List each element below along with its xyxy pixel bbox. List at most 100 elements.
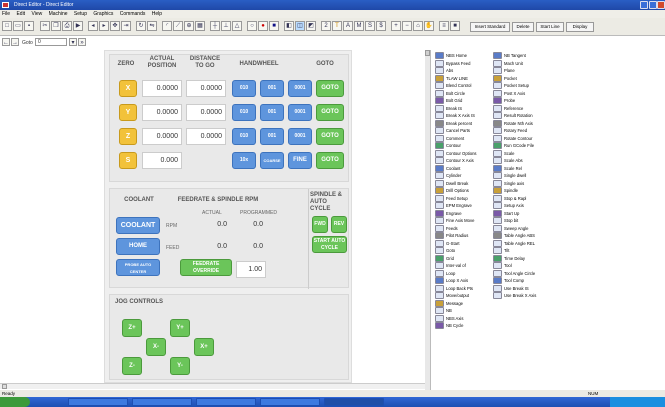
zoom-in-icon[interactable]: + [391, 21, 401, 31]
goto-z-button[interactable]: GOTO [316, 128, 344, 145]
command-item[interactable]: Probe [493, 97, 550, 105]
command-item[interactable]: Break IS [435, 104, 492, 113]
zero-x-button[interactable]: X [119, 80, 137, 97]
select-icon[interactable]: S [365, 21, 375, 31]
command-item[interactable]: Pilot Radius [435, 232, 492, 240]
zero-y-button[interactable]: Y [119, 104, 137, 121]
command-item[interactable]: Break X Axis IS [435, 112, 492, 120]
arc-icon[interactable]: ◜ [162, 21, 172, 31]
command-item[interactable]: Reference [493, 104, 550, 113]
command-item[interactable]: Table Angle ABS [493, 232, 550, 240]
command-item[interactable]: Break percent [435, 119, 492, 128]
command-item[interactable]: Contour [435, 142, 492, 150]
command-item[interactable]: Contour X Axis [435, 157, 492, 165]
feedrate-override-button[interactable]: FEEDRATE OVERRIDE [180, 259, 232, 276]
task-button-3[interactable] [196, 398, 256, 406]
commands-scrollbar[interactable] [425, 50, 431, 390]
command-item[interactable]: Scale Rel [493, 164, 550, 173]
handwheel-coarse-button[interactable]: COARSE [260, 152, 284, 169]
override-value[interactable]: 1.00 [236, 261, 266, 278]
cut-icon[interactable]: ✂ [40, 21, 50, 31]
red-circle-icon[interactable]: ● [258, 21, 268, 31]
jog-x-plus-button[interactable]: X+ [194, 338, 214, 356]
scroll-up-icon[interactable] [425, 50, 430, 56]
rotate-icon[interactable]: ↻ [136, 21, 146, 31]
command-item[interactable]: Move/output [435, 292, 492, 300]
minimize-button[interactable] [640, 1, 648, 9]
goto-input[interactable]: 0 [35, 38, 67, 46]
fit-icon[interactable]: ⌂ [413, 21, 423, 31]
handwheel-x-0001-button[interactable]: 0001 [288, 80, 312, 97]
plane-icon[interactable]: ⊥ [221, 21, 231, 31]
menu-edit[interactable]: Edit [16, 11, 25, 17]
handwheel-fine-button[interactable]: FINE [288, 152, 312, 169]
forward-icon[interactable]: → [11, 38, 19, 46]
goto-y-button[interactable]: GOTO [316, 104, 344, 121]
start-line-button[interactable]: Start Line [536, 22, 564, 32]
rev-button[interactable]: REV [331, 216, 347, 233]
menu-setup[interactable]: Setup [74, 11, 87, 17]
line-icon[interactable]: ⟋ [173, 21, 183, 31]
command-item[interactable]: Sweep Angle [493, 224, 550, 233]
color-box-icon[interactable]: ■ [269, 21, 279, 31]
command-item[interactable]: Cylinder [435, 172, 492, 180]
command-item[interactable]: Tilt [493, 247, 550, 255]
menu-graphics[interactable]: Graphics [93, 11, 113, 17]
start-auto-cycle-button[interactable]: START AUTO CYCLE [312, 236, 347, 253]
insert-standard-button[interactable]: Insert Standard [470, 22, 510, 32]
iso-icon[interactable]: ◩ [306, 21, 316, 31]
command-item[interactable]: Table Angle REL [493, 239, 550, 248]
task-button-4[interactable] [260, 398, 320, 406]
zoom-out-icon[interactable]: − [402, 21, 412, 31]
command-item[interactable]: Message [435, 299, 492, 308]
print-icon[interactable]: ⎙ [62, 21, 72, 31]
command-item[interactable]: Loop [435, 269, 492, 278]
command-item[interactable]: Plane [493, 67, 550, 75]
command-item[interactable]: Scale [493, 149, 550, 158]
step-forward-icon[interactable]: ▸ [99, 21, 109, 31]
jog-z-minus-button[interactable]: Z- [122, 357, 142, 375]
menu-commands[interactable]: Commands [120, 11, 146, 17]
command-item[interactable]: Scale Abs [493, 157, 550, 165]
command-item[interactable]: Spindle [493, 187, 550, 195]
menu-help[interactable]: Help [152, 11, 162, 17]
command-item[interactable]: NB Tangent [493, 52, 550, 60]
command-item[interactable]: Fine Axis Move [435, 217, 492, 225]
step-back-icon[interactable]: ◂ [88, 21, 98, 31]
jog-y-plus-button[interactable]: Y+ [170, 319, 190, 337]
coolant-button[interactable]: COOLANT [116, 217, 160, 234]
view-icon[interactable]: ◫ [295, 21, 305, 31]
home-button[interactable]: HOME [116, 238, 160, 255]
start-button[interactable] [0, 397, 30, 407]
tool-icon[interactable]: T [332, 21, 342, 31]
menu-file[interactable]: File [2, 11, 10, 17]
snap-icon[interactable]: $ [376, 21, 386, 31]
handwheel-10x-button[interactable]: 10x [232, 152, 256, 169]
mirror-icon[interactable]: ⇋ [147, 21, 157, 31]
close-button[interactable] [657, 1, 665, 9]
task-button-1[interactable] [68, 398, 128, 406]
probe-auto-center-button[interactable]: PROBE AUTO CENTER [116, 259, 160, 276]
command-item[interactable]: TLAW LINE [435, 74, 492, 83]
command-item[interactable]: Bolt Grid [435, 97, 492, 105]
color-icon[interactable]: ■ [450, 21, 460, 31]
command-item[interactable]: Drill Options [435, 187, 492, 195]
command-item[interactable]: Post X Axis [493, 89, 550, 98]
command-item[interactable]: Result Rotation [493, 112, 550, 120]
command-item[interactable]: Tool Angle Circle [493, 269, 550, 278]
move-icon[interactable]: ✥ [110, 21, 120, 31]
handwheel-x-001-button[interactable]: 001 [260, 80, 284, 97]
command-item[interactable]: Run GCode File [493, 142, 550, 150]
command-item[interactable]: EPM Engrave [435, 202, 492, 210]
cube-icon[interactable]: ◧ [284, 21, 294, 31]
command-item[interactable]: Cancel Parts [435, 127, 492, 135]
command-item[interactable]: Single axis [493, 179, 550, 188]
layer-icon[interactable]: ≡ [439, 21, 449, 31]
command-item[interactable]: Rotate Nth Axis [493, 119, 550, 128]
command-item[interactable]: Contour Options [435, 149, 492, 158]
command-item[interactable]: NBS Home [435, 52, 492, 60]
delete-button[interactable]: Delete [512, 22, 534, 32]
maximize-button[interactable] [649, 1, 657, 9]
command-item[interactable]: Setup Axis [493, 202, 550, 210]
command-item[interactable]: Pocket Setup [493, 82, 550, 90]
